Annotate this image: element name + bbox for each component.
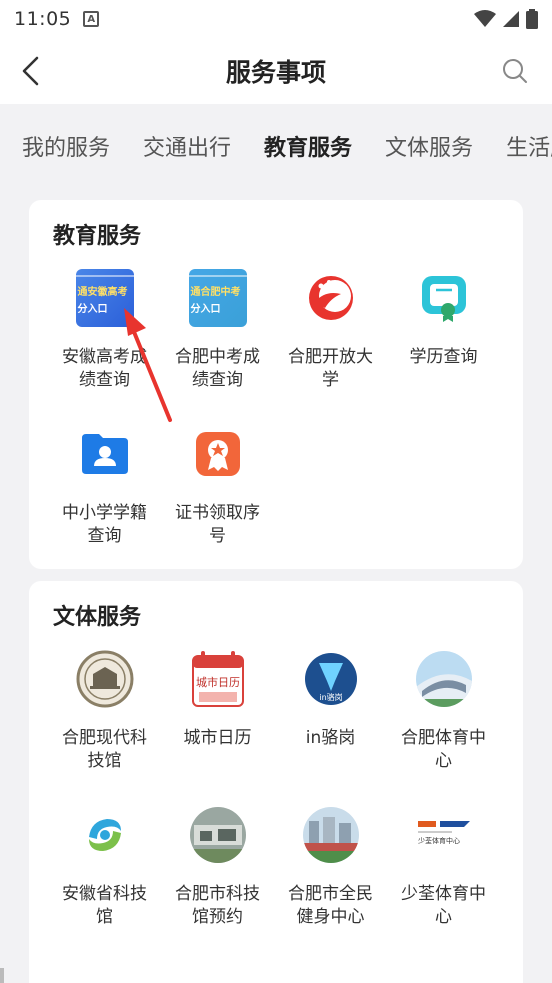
shaoquan-logo-icon: 少荃体育中心: [414, 805, 474, 865]
culture-sports-section: 文体服务 合肥现代科技馆 城市日历 城市日历 in骆岗 in骆岗 合肥体育中心 …: [29, 581, 523, 983]
service-label: 合肥开放大学: [288, 347, 373, 390]
svg-text:城市日历: 城市日历: [196, 675, 240, 689]
nav-bar: 服务事项: [0, 38, 552, 104]
gaokao-banner-icon: 通安徽高考 分入口: [75, 268, 135, 328]
certificate-icon: [414, 268, 474, 328]
education-grid: 通安徽高考 分入口 安徽高考成绩查询 通合肥中考 分入口 合肥中考成绩查询 合肥…: [29, 260, 523, 572]
page-title: 服务事项: [225, 58, 326, 87]
fitness-center-photo-icon: [301, 805, 361, 865]
back-arrow-icon: [22, 56, 39, 86]
service-label: 合肥体育中心: [401, 728, 486, 771]
tech-museum-photo-icon: [188, 805, 248, 865]
in-luogang-logo-icon: in骆岗: [301, 649, 361, 709]
service-city-calendar[interactable]: 城市日历 城市日历: [161, 641, 274, 797]
service-label: 合肥现代科技馆: [62, 728, 147, 771]
service-anhui-gaokao[interactable]: 通安徽高考 分入口 安徽高考成绩查询: [48, 260, 161, 416]
award-badge-icon: [188, 424, 248, 484]
service-anhui-tech-museum[interactable]: 安徽省科技馆: [48, 797, 161, 953]
notification-a-icon: A: [83, 11, 100, 27]
status-icons: [474, 9, 538, 29]
service-label: 城市日历: [183, 728, 252, 748]
section-title: 教育服务: [53, 224, 142, 249]
service-shaoquan-sports[interactable]: 少荃体育中心 少荃体育中心: [387, 797, 500, 953]
anhui-tech-museum-logo-icon: [75, 805, 135, 865]
service-label: 合肥市全民健身中心: [288, 884, 373, 927]
section-title: 文体服务: [53, 605, 142, 630]
service-hefei-sports-center[interactable]: 合肥体育中心: [387, 641, 500, 797]
service-open-university[interactable]: 合肥开放大学: [274, 260, 387, 416]
service-label: 少荃体育中心: [401, 884, 486, 927]
culture-grid: 合肥现代科技馆 城市日历 城市日历 in骆岗 in骆岗 合肥体育中心 安徽省科技…: [29, 641, 523, 953]
wifi-icon: [474, 10, 496, 27]
status-bar: 11:05 A: [0, 0, 552, 38]
battery-icon: [526, 9, 538, 29]
service-label: 安徽高考成绩查询: [62, 347, 147, 390]
edge-handle: [0, 968, 4, 983]
tab-my-services[interactable]: 我的服务: [22, 130, 110, 162]
service-label: 安徽省科技馆: [62, 884, 147, 927]
service-label: 证书领取序号: [175, 503, 260, 546]
calendar-icon: 城市日历: [188, 649, 248, 709]
service-hefei-tech-museum-booking[interactable]: 合肥市科技馆预约: [161, 797, 274, 953]
folder-user-icon: [75, 424, 135, 484]
museum-logo-icon: [75, 649, 135, 709]
svg-text:in骆岗: in骆岗: [319, 692, 342, 702]
service-certificate-number[interactable]: 证书领取序号: [161, 416, 274, 572]
education-section: 教育服务 通安徽高考 分入口 安徽高考成绩查询 通合肥中考 分入口 合肥中考成绩…: [29, 200, 523, 569]
tab-life[interactable]: 生活服务: [506, 130, 552, 162]
search-icon: [503, 59, 527, 83]
service-label: in骆岗: [305, 728, 356, 748]
service-label: 中小学学籍查询: [62, 503, 147, 546]
service-in-luogang[interactable]: in骆岗 in骆岗: [274, 641, 387, 797]
service-label: 合肥中考成绩查询: [175, 347, 260, 390]
service-student-status[interactable]: 中小学学籍查询: [48, 416, 161, 572]
tab-transport[interactable]: 交通出行: [143, 130, 231, 162]
open-university-logo-icon: [301, 268, 361, 328]
sports-center-photo-icon: [414, 649, 474, 709]
svg-text:少荃体育中心: 少荃体育中心: [418, 836, 460, 845]
service-hefei-tech-museum[interactable]: 合肥现代科技馆: [48, 641, 161, 797]
service-hefei-zhongkao[interactable]: 通合肥中考 分入口 合肥中考成绩查询: [161, 260, 274, 416]
service-label: 合肥市科技馆预约: [175, 884, 260, 927]
service-label: 学历查询: [409, 347, 478, 367]
tab-education[interactable]: 教育服务: [264, 130, 352, 162]
back-button[interactable]: [14, 54, 48, 88]
service-fitness-center[interactable]: 合肥市全民健身中心: [274, 797, 387, 953]
signal-icon: [503, 11, 519, 27]
status-time: 11:05: [14, 8, 72, 30]
category-tabs: 我的服务 交通出行 教育服务 文体服务 生活服务: [0, 104, 552, 188]
service-degree-query[interactable]: 学历查询: [387, 260, 500, 416]
tab-culture-sports[interactable]: 文体服务: [385, 130, 473, 162]
search-button[interactable]: [500, 56, 530, 86]
zhongkao-banner-icon: 通合肥中考 分入口: [188, 268, 248, 328]
